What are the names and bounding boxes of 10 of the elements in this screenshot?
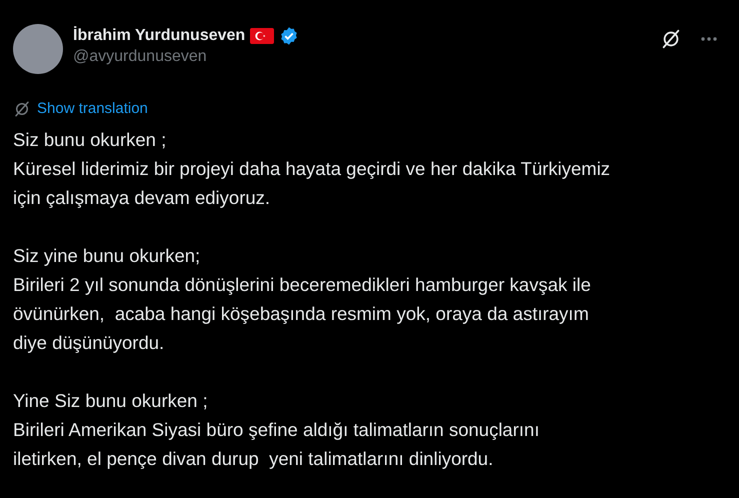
show-translation-link[interactable]: Show translation [37,98,148,120]
tweet-paragraph: Siz yine bunu okurken; Birileri 2 yıl sonunda dönüşlerini beceremedikleri hamburger kavşak ile övünürken, acaba hangi köşebaşında resmim yok, oraya da astırayım diye düşünüyordu. [13,244,592,355]
tweet-paragraph: Yine Siz bunu okurken ; Birileri Amerikan Siyasi büro şefine aldığı talimatların sonuçlarını iletirken, el pençe divan durup yeni talimatlarını dinliyordu. [13,388,540,471]
avatar-photo-placeholder[interactable] [13,24,63,74]
author-name[interactable]: İbrahim Yurdunuseven [73,26,246,46]
tweet-paragraph: Siz bunu okurken ; Küresel liderimiz bir projeyi daha hayata geçirdi ve her dakika Türkiyemiz için çalışmaya devam ediyoruz. [13,128,612,210]
author-handle[interactable]: @avyurdunuseven [73,47,660,67]
translate-icon [13,100,31,118]
translate-icon [660,28,682,50]
flag-icon [250,28,274,44]
